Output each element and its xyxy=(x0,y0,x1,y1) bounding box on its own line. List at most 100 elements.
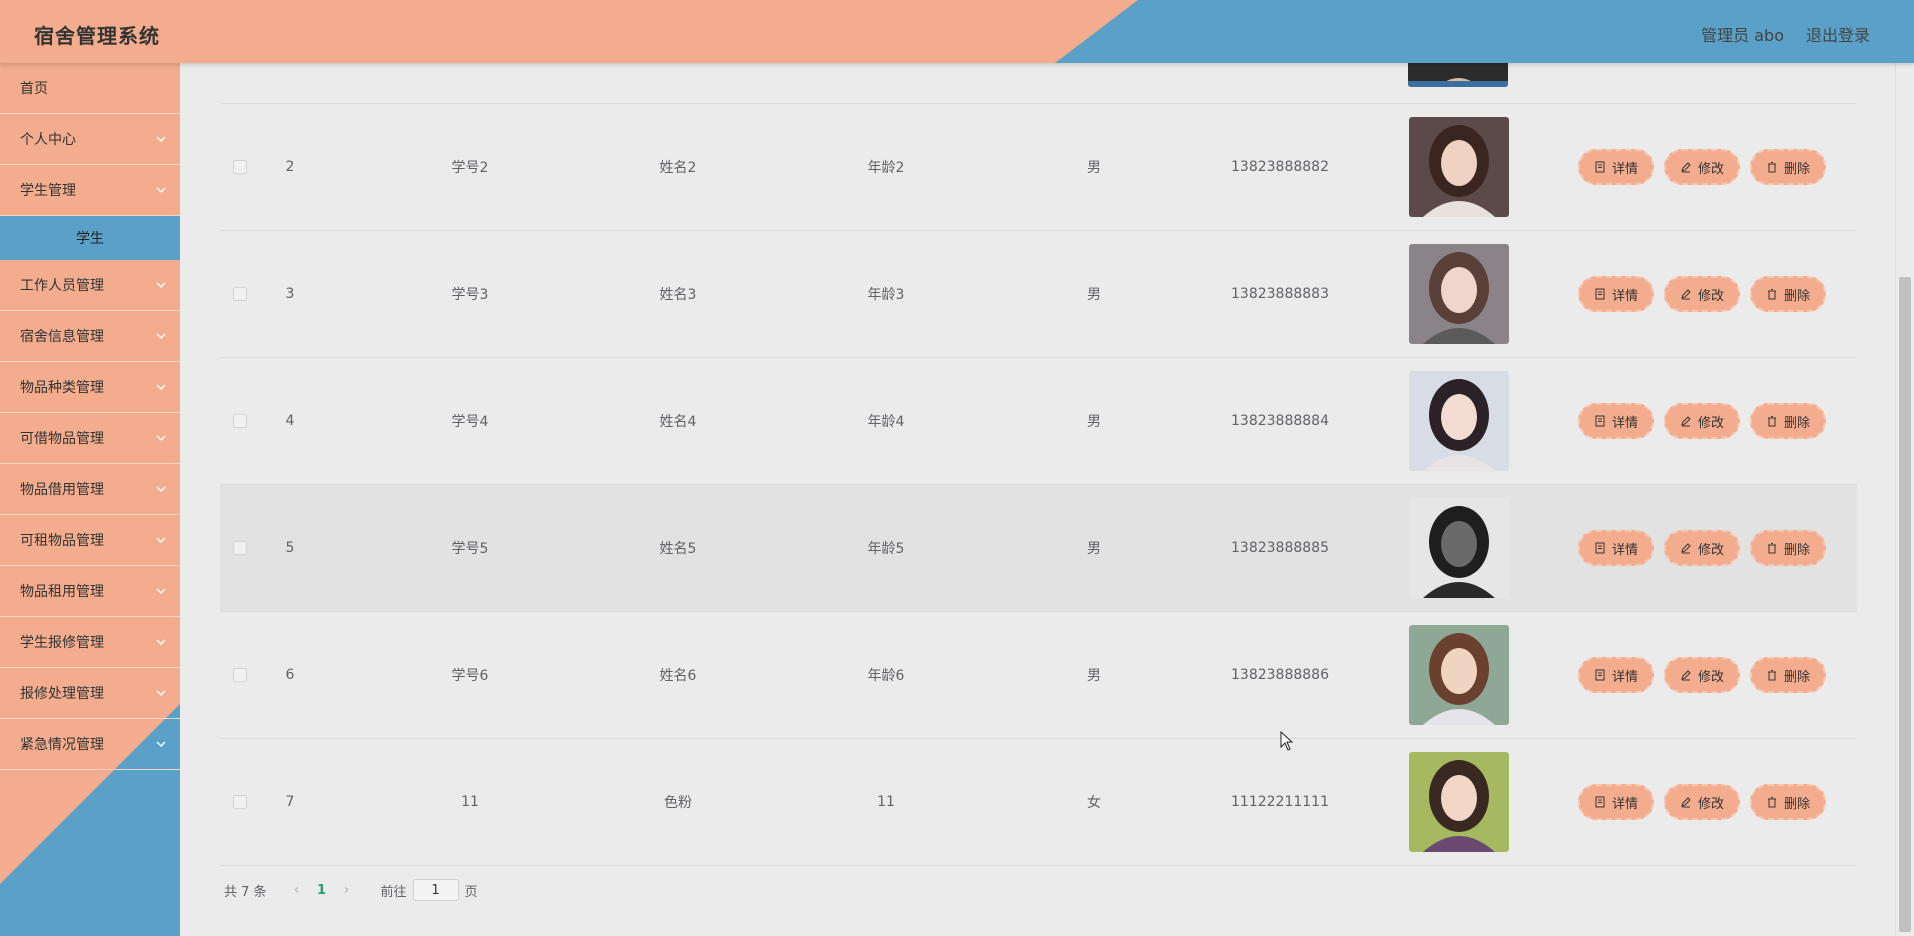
sidebar-item-5[interactable]: 物品种类管理 xyxy=(0,362,180,413)
student-name-cell: 姓名2 xyxy=(659,160,697,176)
table-row[interactable]: 3 学号3 姓名3 年龄3 男 13823888883 详情 修改 删除 xyxy=(220,231,1857,358)
table-row-partial xyxy=(220,63,1857,104)
edit-button[interactable]: 修改 xyxy=(1664,403,1741,439)
pagination: 共 7 条 ‹ 1 › 前往 页 xyxy=(224,879,478,901)
row-index: 5 xyxy=(285,540,295,556)
chevron-down-icon xyxy=(156,588,166,594)
row-index: 4 xyxy=(285,413,295,429)
table-row[interactable]: 5 学号5 姓名5 年龄5 男 13823888885 详情 修改 删除 xyxy=(220,485,1857,612)
pagination-page-1[interactable]: 1 xyxy=(311,883,333,898)
avatar xyxy=(1409,117,1509,217)
document-icon xyxy=(1594,542,1606,554)
document-icon xyxy=(1594,796,1606,808)
delete-label: 删除 xyxy=(1784,542,1811,558)
sidebar-item-1[interactable]: 个人中心 xyxy=(0,114,180,165)
student-age-cell: 年龄3 xyxy=(867,287,905,303)
detail-label: 详情 xyxy=(1612,288,1639,304)
edit-button[interactable]: 修改 xyxy=(1664,149,1741,185)
edit-button[interactable]: 修改 xyxy=(1664,657,1741,693)
avatar xyxy=(1409,625,1509,725)
pagination-total: 共 7 条 xyxy=(224,884,267,900)
vertical-scrollbar[interactable] xyxy=(1895,63,1914,936)
student-phone-cell: 13823888883 xyxy=(1231,286,1329,302)
delete-label: 删除 xyxy=(1784,415,1811,431)
sidebar-item-11[interactable]: 报修处理管理 xyxy=(0,668,180,719)
delete-label: 删除 xyxy=(1784,669,1811,685)
delete-button[interactable]: 删除 xyxy=(1750,276,1827,312)
sidebar-item-label: 可借物品管理 xyxy=(20,431,104,447)
sidebar-item-label: 物品借用管理 xyxy=(20,482,104,498)
student-phone-cell: 13823888884 xyxy=(1231,413,1329,429)
student-phone-cell: 13823888886 xyxy=(1231,667,1329,683)
sidebar-item-7[interactable]: 物品借用管理 xyxy=(0,464,180,515)
sidebar-item-6[interactable]: 可借物品管理 xyxy=(0,413,180,464)
pencil-icon xyxy=(1680,288,1692,300)
document-icon xyxy=(1594,669,1606,681)
student-age-cell: 年龄5 xyxy=(867,541,905,557)
trash-icon xyxy=(1766,669,1778,681)
delete-button[interactable]: 删除 xyxy=(1750,149,1827,185)
table-row[interactable]: 2 学号2 姓名2 年龄2 男 13823888882 详情 修改 删除 xyxy=(220,104,1857,231)
delete-button[interactable]: 删除 xyxy=(1750,784,1827,820)
document-icon xyxy=(1594,288,1606,300)
row-checkbox[interactable] xyxy=(233,287,247,301)
detail-button[interactable]: 详情 xyxy=(1578,276,1655,312)
delete-button[interactable]: 删除 xyxy=(1750,657,1827,693)
document-icon xyxy=(1594,161,1606,173)
chevron-down-icon xyxy=(156,435,166,441)
detail-button[interactable]: 详情 xyxy=(1578,657,1655,693)
scrollbar-thumb[interactable] xyxy=(1899,277,1911,932)
pagination-next-icon[interactable]: › xyxy=(333,882,361,898)
chevron-down-icon xyxy=(156,639,166,645)
row-checkbox[interactable] xyxy=(233,160,247,174)
sidebar-subitem-student[interactable]: 学生 xyxy=(0,216,180,260)
row-index: 6 xyxy=(285,667,295,683)
table-row[interactable]: 6 学号6 姓名6 年龄6 男 13823888886 详情 修改 删除 xyxy=(220,612,1857,739)
pencil-icon xyxy=(1680,669,1692,681)
edit-button[interactable]: 修改 xyxy=(1664,784,1741,820)
detail-button[interactable]: 详情 xyxy=(1578,403,1655,439)
row-actions: 详情 修改 删除 xyxy=(1578,485,1838,611)
sidebar-item-label: 报修处理管理 xyxy=(20,686,104,702)
student-name-cell: 姓名5 xyxy=(659,541,697,557)
table-row[interactable]: 7 11 色粉 11 女 11122211111 详情 修改 删除 xyxy=(220,739,1857,866)
student-phone-cell: 13823888885 xyxy=(1231,540,1329,556)
pencil-icon xyxy=(1680,161,1692,173)
pagination-prev-icon[interactable]: ‹ xyxy=(283,882,311,898)
logout-link[interactable]: 退出登录 xyxy=(1806,22,1870,46)
sidebar-item-8[interactable]: 可租物品管理 xyxy=(0,515,180,566)
row-actions: 详情 修改 删除 xyxy=(1578,104,1838,230)
delete-button[interactable]: 删除 xyxy=(1750,530,1827,566)
row-checkbox[interactable] xyxy=(233,414,247,428)
detail-button[interactable]: 详情 xyxy=(1578,530,1655,566)
detail-button[interactable]: 详情 xyxy=(1578,784,1655,820)
sidebar-item-4[interactable]: 宿舍信息管理 xyxy=(0,311,180,362)
row-checkbox[interactable] xyxy=(233,668,247,682)
sidebar-item-3[interactable]: 工作人员管理 xyxy=(0,260,180,311)
row-checkbox[interactable] xyxy=(233,795,247,809)
row-checkbox[interactable] xyxy=(233,541,247,555)
sidebar-menu: 首页个人中心 学生管理 学生 工作人员管理 宿舍信息管理物品种类管理 可借物品管理 物品借用… xyxy=(0,63,180,770)
edit-label: 修改 xyxy=(1698,161,1725,177)
trash-icon xyxy=(1766,542,1778,554)
pagination-goto-prefix: 前往 xyxy=(380,884,407,900)
table-row[interactable]: 4 学号4 姓名4 年龄4 男 13823888884 详情 修改 删除 xyxy=(220,358,1857,485)
sidebar-item-label: 物品种类管理 xyxy=(20,380,104,396)
sidebar-item-label: 首页 xyxy=(20,81,48,97)
sidebar-item-0[interactable]: 首页 xyxy=(0,63,180,114)
chevron-down-icon xyxy=(156,486,166,492)
pagination-goto-input[interactable] xyxy=(412,879,459,901)
sidebar-item-2[interactable]: 学生管理 xyxy=(0,165,180,216)
student-no-cell: 11 xyxy=(461,794,479,810)
sidebar-item-12[interactable]: 紧急情况管理 xyxy=(0,719,180,770)
student-age-cell: 年龄2 xyxy=(867,160,905,176)
avatar xyxy=(1409,371,1509,471)
sidebar-item-9[interactable]: 物品租用管理 xyxy=(0,566,180,617)
detail-button[interactable]: 详情 xyxy=(1578,149,1655,185)
sidebar-item-10[interactable]: 学生报修管理 xyxy=(0,617,180,668)
chevron-down-icon xyxy=(156,187,166,193)
pencil-icon xyxy=(1680,542,1692,554)
edit-button[interactable]: 修改 xyxy=(1664,276,1741,312)
edit-button[interactable]: 修改 xyxy=(1664,530,1741,566)
delete-button[interactable]: 删除 xyxy=(1750,403,1827,439)
